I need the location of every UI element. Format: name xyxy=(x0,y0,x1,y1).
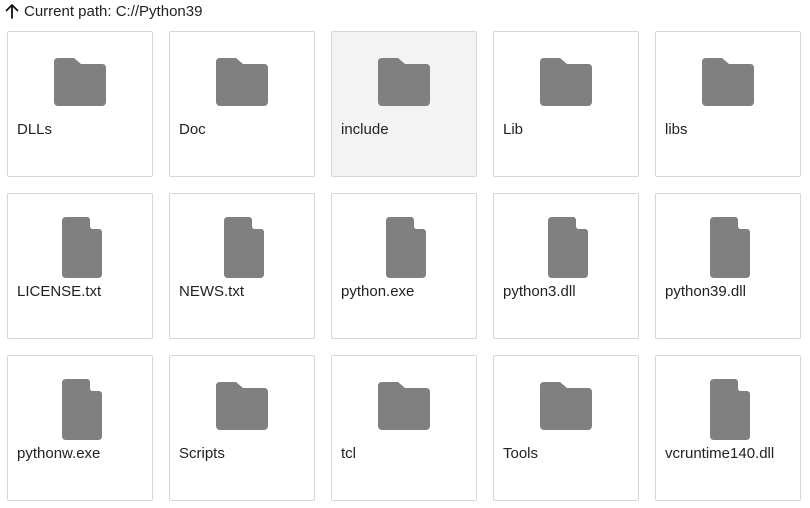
folder-icon xyxy=(532,374,600,442)
file-tile[interactable]: vcruntime140.dll xyxy=(655,355,801,501)
file-icon xyxy=(46,374,114,442)
file-name: Tools xyxy=(503,445,539,462)
file-tile[interactable]: NEWS.txt xyxy=(169,193,315,339)
file-name: python39.dll xyxy=(665,283,746,300)
file-name: LICENSE.txt xyxy=(17,283,102,300)
folder-icon xyxy=(46,50,114,118)
folder-tile[interactable]: tcl xyxy=(331,355,477,501)
folder-icon xyxy=(208,50,276,118)
path-bar: Current path: C://Python39 xyxy=(4,0,202,22)
folder-tile[interactable]: libs xyxy=(655,31,801,177)
file-name: vcruntime140.dll xyxy=(665,445,775,462)
file-grid: DLLs Doc include Lib libs LICENSE.txt NE… xyxy=(7,31,801,501)
folder-icon xyxy=(532,50,600,118)
file-icon xyxy=(208,212,276,280)
folder-tile[interactable]: DLLs xyxy=(7,31,153,177)
file-name: tcl xyxy=(341,445,356,462)
folder-tile[interactable]: include xyxy=(331,31,477,177)
current-path-label: Current path: C://Python39 xyxy=(24,2,203,20)
file-icon xyxy=(46,212,114,280)
file-name: python.exe xyxy=(341,283,415,300)
file-name: NEWS.txt xyxy=(179,283,245,300)
file-name: DLLs xyxy=(17,121,53,138)
file-tile[interactable]: python.exe xyxy=(331,193,477,339)
folder-icon xyxy=(208,374,276,442)
file-icon xyxy=(370,212,438,280)
file-name: Lib xyxy=(503,121,524,138)
file-name: pythonw.exe xyxy=(17,445,101,462)
file-name: libs xyxy=(665,121,688,138)
folder-tile[interactable]: Lib xyxy=(493,31,639,177)
folder-tile[interactable]: Doc xyxy=(169,31,315,177)
file-tile[interactable]: pythonw.exe xyxy=(7,355,153,501)
arrow-up-icon[interactable] xyxy=(4,2,20,20)
file-name: Scripts xyxy=(179,445,225,462)
file-name: include xyxy=(341,121,389,138)
file-name: Doc xyxy=(179,121,206,138)
file-name: python3.dll xyxy=(503,283,576,300)
file-icon xyxy=(532,212,600,280)
file-icon xyxy=(694,212,762,280)
file-tile[interactable]: LICENSE.txt xyxy=(7,193,153,339)
folder-icon xyxy=(370,50,438,118)
folder-icon xyxy=(694,50,762,118)
folder-icon xyxy=(370,374,438,442)
folder-tile[interactable]: Tools xyxy=(493,355,639,501)
file-icon xyxy=(694,374,762,442)
folder-tile[interactable]: Scripts xyxy=(169,355,315,501)
file-tile[interactable]: python3.dll xyxy=(493,193,639,339)
file-tile[interactable]: python39.dll xyxy=(655,193,801,339)
